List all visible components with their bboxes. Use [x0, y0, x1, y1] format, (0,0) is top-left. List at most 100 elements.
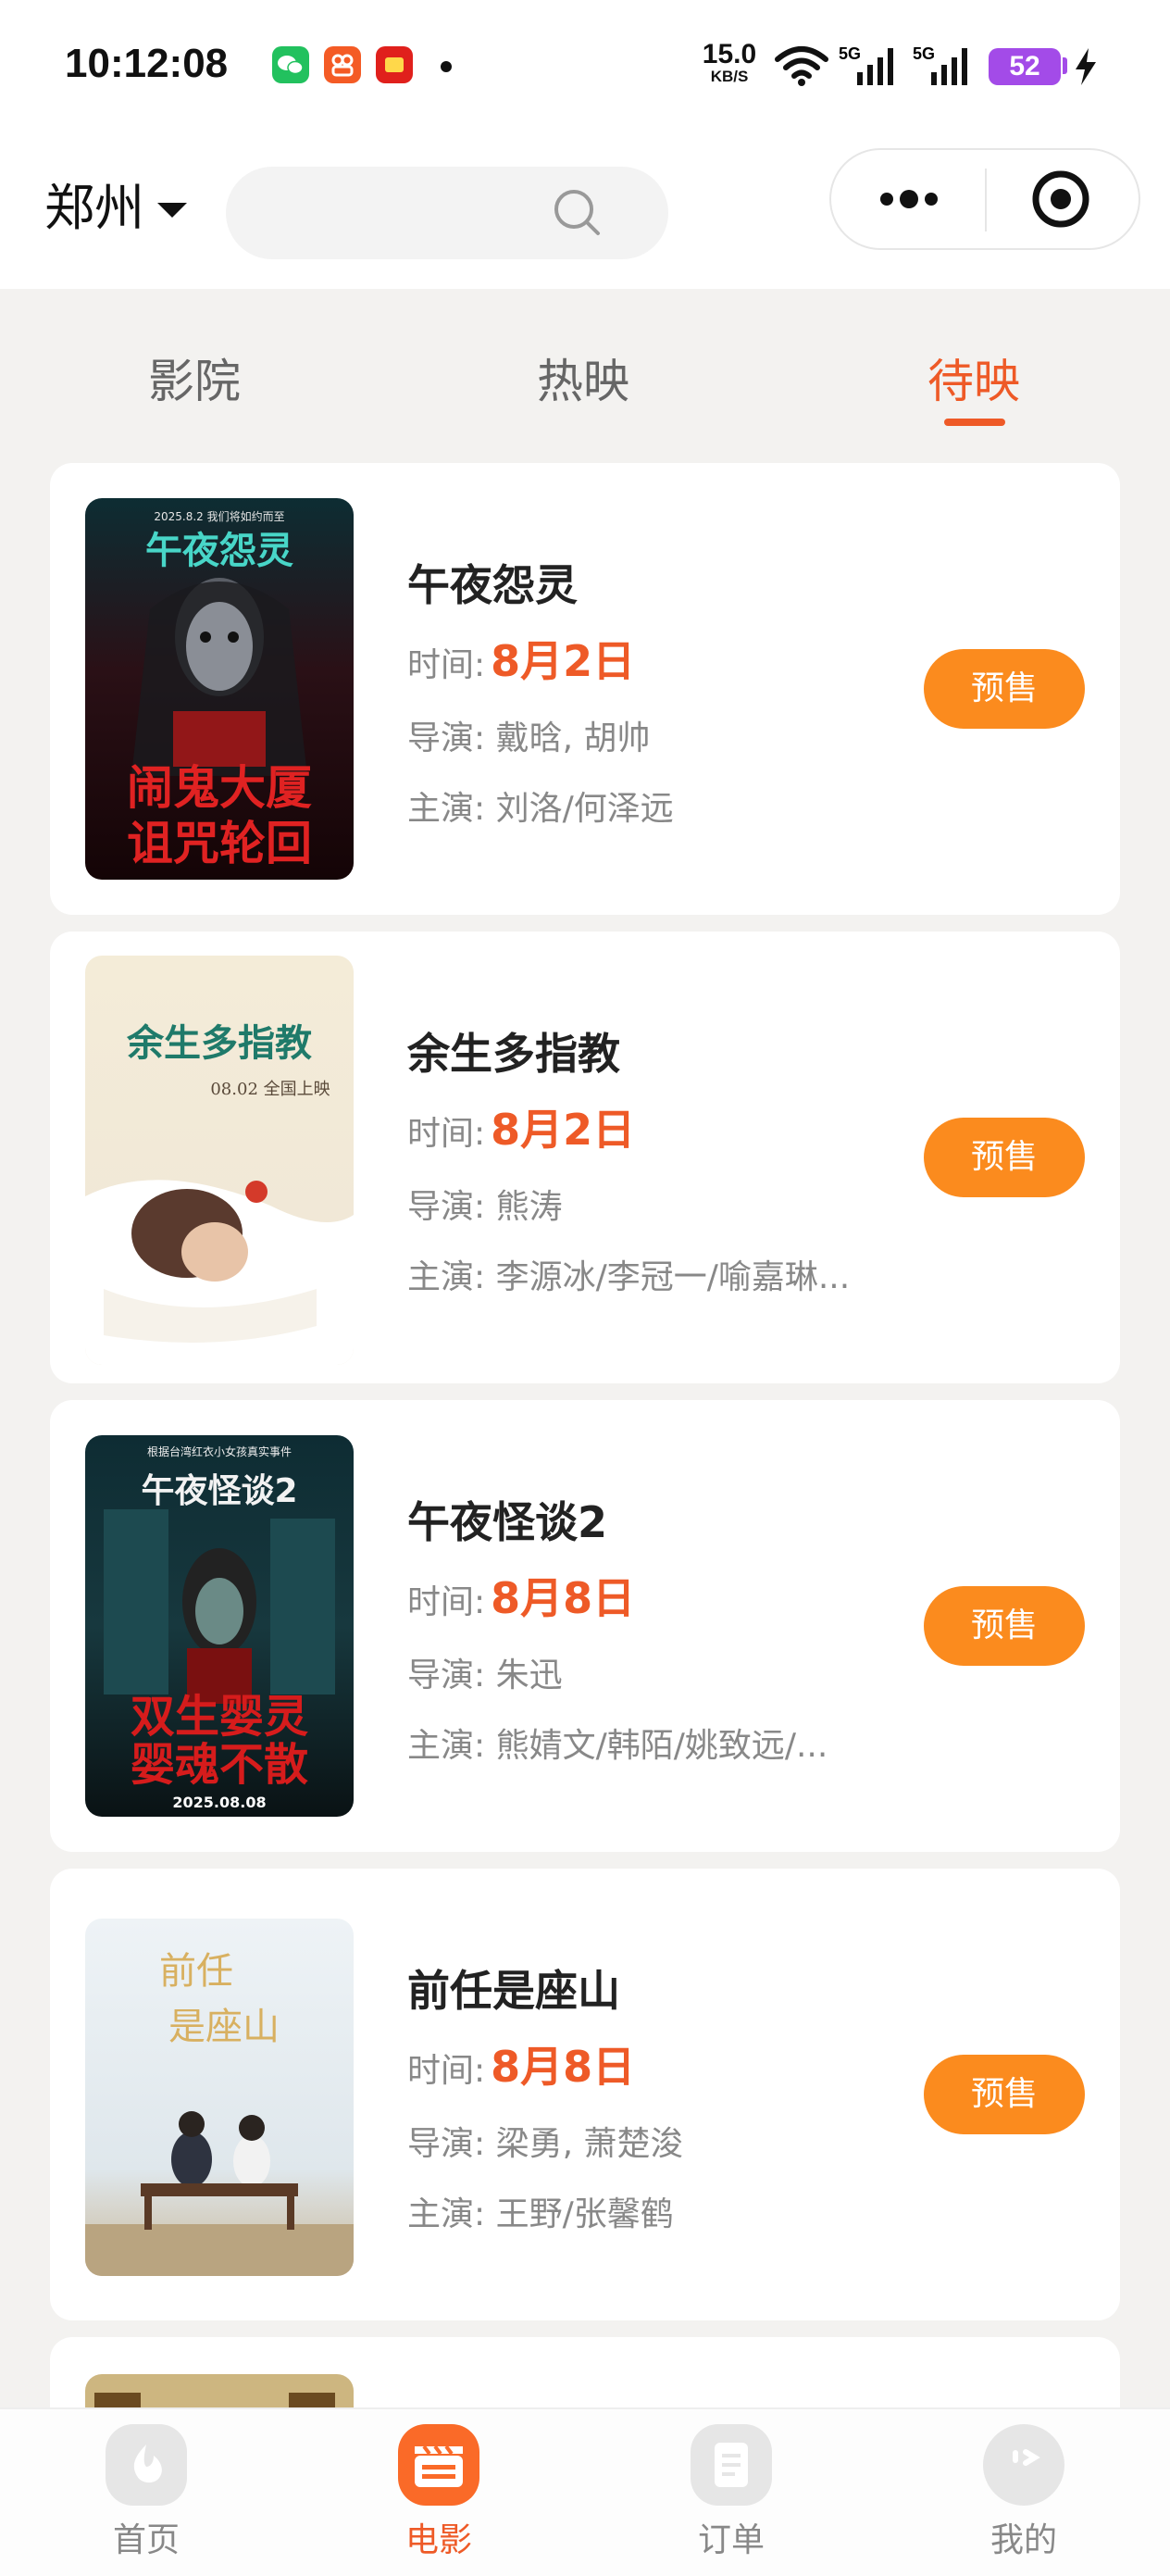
battery-icon: 52	[989, 48, 1061, 85]
bottom-tab-bar: 首页 电影 订单 我的	[0, 2407, 1170, 2576]
presale-button[interactable]: 预售	[924, 2055, 1085, 2134]
clapperboard-icon	[398, 2424, 479, 2506]
cast-row: 主演: 熊婧文/韩陌/姚致远/...	[407, 1719, 828, 1767]
time-label: 时间:	[407, 1583, 486, 1621]
close-miniprogram-button[interactable]	[987, 150, 1139, 248]
cast-row: 主演: 刘洛/何泽远	[407, 782, 674, 830]
profile-icon	[983, 2424, 1064, 2506]
tabbar-home-label: 首页	[112, 2521, 180, 2559]
header: 郑州	[0, 139, 1170, 289]
movie-poster[interactable]: 2025.8.2 我们将如约而至 午夜怨灵 闹鬼大厦 诅咒轮回	[85, 498, 354, 880]
city-name: 郑州	[44, 179, 144, 237]
movie-poster[interactable]: 前任 是座山	[85, 1919, 354, 2276]
movie-card[interactable]: 前任 是座山 前任是座山 时间: 8月8日 导演: 梁勇, 萧楚浚 主演: 王野/…	[50, 1869, 1120, 2320]
movie-poster[interactable]: 余生多指教 08.02 全国上映	[85, 956, 354, 1365]
release-row: 时间: 8月8日	[407, 1565, 635, 1626]
tabbar-profile-label: 我的	[990, 2521, 1057, 2559]
cast-label: 主演:	[407, 2195, 486, 2233]
status-time: 10:12:08	[65, 41, 229, 86]
director-value: 戴晗, 胡帅	[495, 719, 651, 757]
tabbar-orders[interactable]: 订单	[648, 2424, 815, 2561]
release-row: 时间: 8月8日	[407, 2033, 635, 2095]
tab-now-showing[interactable]: 热映	[537, 344, 629, 411]
status-bar: 10:12:08 15.0 KB/S 5G 5G 52	[0, 0, 1170, 139]
release-date: 8月2日	[491, 1105, 636, 1155]
app-icon-red	[376, 46, 413, 83]
time-label: 时间:	[407, 646, 486, 684]
network-speed: 15.0 KB/S	[702, 41, 757, 85]
search-icon[interactable]	[552, 187, 604, 243]
cast-value: 熊婧文/韩陌/姚致远/...	[495, 1727, 828, 1765]
poster-date: 08.02 全国上映	[210, 1080, 330, 1099]
cast-label: 主演:	[407, 1258, 486, 1296]
movie-title: 午夜怨灵	[407, 560, 578, 610]
movie-card[interactable]: 余生多指教 08.02 全国上映 余生多指教 时间: 8月2日 导演: 熊涛 主演…	[50, 932, 1120, 1383]
cast-label: 主演:	[407, 1727, 486, 1765]
cast-row: 主演: 王野/张馨鹤	[407, 2187, 674, 2235]
notification-dot	[441, 61, 452, 72]
tabbar-movie[interactable]: 电影	[355, 2424, 522, 2561]
director-row: 导演: 朱迅	[407, 1648, 563, 1696]
cast-value: 王野/张馨鹤	[495, 2195, 674, 2233]
tab-cinema[interactable]: 影院	[148, 344, 241, 411]
wechat-icon	[272, 46, 309, 83]
poster-title: 午夜怪谈2	[141, 1472, 297, 1510]
release-date: 8月8日	[491, 1573, 636, 1623]
poster-title: 午夜怨灵	[145, 530, 293, 572]
release-date: 8月8日	[491, 2042, 636, 2092]
movie-title: 午夜怪谈2	[407, 1497, 608, 1547]
presale-button[interactable]: 预售	[924, 1586, 1085, 1666]
release-row: 时间: 8月2日	[407, 628, 635, 689]
movie-poster[interactable]: 根据台湾红衣小女孩真实事件 午夜怪谈2 双生婴灵 婴魂不散 2025.08.08	[85, 1435, 354, 1817]
order-receipt-icon	[691, 2424, 772, 2506]
active-tab-indicator	[944, 419, 1005, 426]
movie-card[interactable]: 根据台湾红衣小女孩真实事件 午夜怪谈2 双生婴灵 婴魂不散 2025.08.08…	[50, 1400, 1120, 1852]
director-label: 导演:	[407, 1657, 486, 1694]
poster-date: 2025.08.08	[172, 1794, 266, 1811]
cast-value: 李源冰/李冠一/喻嘉琳...	[495, 1258, 851, 1296]
director-row: 导演: 戴晗, 胡帅	[407, 711, 650, 759]
search-input[interactable]	[254, 185, 572, 243]
poster-title: 余生多指教	[126, 1021, 312, 1065]
more-menu-button[interactable]	[831, 150, 985, 248]
network-speed-unit: KB/S	[710, 68, 749, 85]
tabbar-profile[interactable]: 我的	[940, 2424, 1107, 2561]
poster-slogan-1: 闹鬼大厦	[127, 761, 312, 815]
target-circle-icon	[1032, 170, 1089, 228]
search-box[interactable]	[226, 167, 668, 259]
charging-bolt-icon	[1074, 48, 1098, 89]
tabbar-movie-label: 电影	[405, 2521, 472, 2559]
poster-title-1: 前任	[159, 1950, 233, 1993]
movie-title: 前任是座山	[407, 1966, 620, 2016]
app-icon-orange	[324, 46, 361, 83]
director-value: 熊涛	[495, 1188, 563, 1226]
poster-title-2: 是座山	[168, 2006, 280, 2048]
tab-coming-soon[interactable]: 待映	[927, 344, 1020, 411]
time-label: 时间:	[407, 2052, 486, 2090]
category-tabs: 影院 热映 待映	[0, 289, 1170, 428]
director-row: 导演: 梁勇, 萧楚浚	[407, 2117, 683, 2165]
tabbar-orders-label: 订单	[697, 2521, 765, 2559]
presale-button[interactable]: 预售	[924, 1118, 1085, 1197]
movie-card[interactable]: 2025.8.2 我们将如约而至 午夜怨灵 闹鬼大厦 诅咒轮回 午夜怨灵 时间:…	[50, 463, 1120, 915]
presale-button[interactable]: 预售	[924, 649, 1085, 729]
director-value: 朱迅	[495, 1657, 563, 1694]
director-label: 导演:	[407, 1188, 486, 1226]
release-row: 时间: 8月2日	[407, 1096, 635, 1157]
tabbar-home[interactable]: 首页	[63, 2424, 230, 2561]
network-speed-value: 15.0	[702, 39, 757, 69]
poster-slogan-1: 双生婴灵	[131, 1691, 308, 1743]
wifi-icon	[774, 44, 829, 91]
director-value: 梁勇, 萧楚浚	[495, 2125, 684, 2163]
cast-row: 主演: 李源冰/李冠一/喻嘉琳...	[407, 1250, 850, 1298]
time-label: 时间:	[407, 1115, 486, 1153]
chevron-down-icon	[157, 203, 187, 218]
city-selector[interactable]: 郑州	[44, 176, 187, 241]
cast-label: 主演:	[407, 790, 486, 828]
poster-slogan-2: 诅咒轮回	[127, 817, 312, 870]
cast-value: 刘洛/何泽远	[495, 790, 674, 828]
poster-tagline: 根据台湾红衣小女孩真实事件	[147, 1444, 292, 1458]
movie-title: 余生多指教	[407, 1029, 620, 1079]
release-date: 8月2日	[491, 636, 636, 686]
home-icon	[106, 2424, 187, 2506]
